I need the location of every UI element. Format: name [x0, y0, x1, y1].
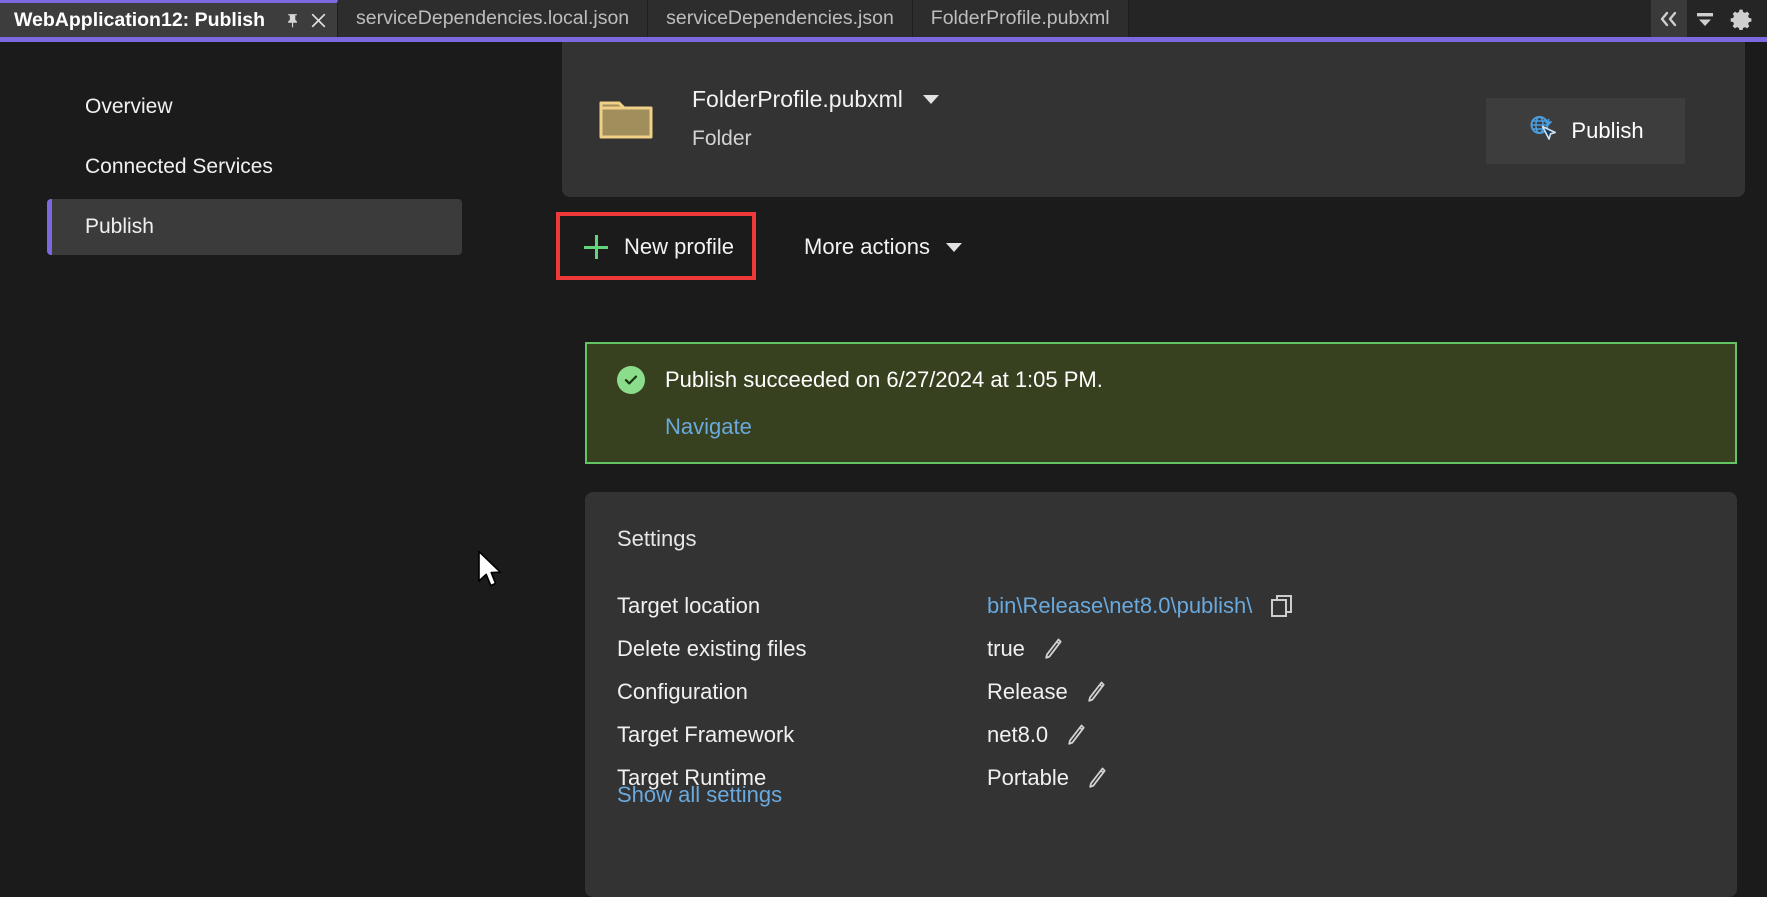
profile-header-card: FolderProfile.pubxml Folder Publish — [562, 42, 1745, 197]
setting-value-text: bin\Release\net8.0\publish\ — [987, 593, 1253, 618]
tab-label: serviceDependencies.local.json — [356, 7, 630, 29]
dropdown-list-icon[interactable] — [1687, 0, 1723, 37]
publish-button-label: Publish — [1571, 118, 1644, 143]
profile-summary: FolderProfile.pubxml Folder — [598, 86, 939, 151]
setting-key: Target location — [617, 593, 761, 618]
edit-pencil-icon[interactable] — [1041, 637, 1063, 661]
tab-label: serviceDependencies.json — [666, 7, 894, 29]
setting-value-text: Release — [987, 679, 1068, 704]
edit-pencil-icon[interactable] — [1084, 680, 1106, 704]
tab-bar-filler — [1128, 0, 1651, 37]
tab-bar: WebApplication12: Publish serviceDepende… — [0, 0, 1767, 37]
publish-button[interactable]: Publish — [1486, 98, 1685, 164]
setting-row-target-framework: Target Framework net8.0 — [617, 711, 1705, 759]
setting-key: Delete existing files — [617, 636, 807, 661]
tab-servicedependencies-json[interactable]: serviceDependencies.json — [648, 0, 913, 37]
setting-value-text: Portable — [987, 765, 1069, 790]
more-actions-button[interactable]: More actions — [786, 217, 980, 277]
settings-card: Settings Target location bin\Release\net… — [585, 492, 1737, 897]
chevron-double-left-icon[interactable] — [1651, 0, 1687, 37]
settings-title: Settings — [617, 526, 697, 551]
folder-icon — [598, 97, 654, 141]
close-icon[interactable] — [305, 7, 331, 33]
tab-servicedependencies-local-json[interactable]: serviceDependencies.local.json — [338, 0, 649, 37]
tab-label: WebApplication12: Publish — [14, 8, 265, 31]
navigate-link[interactable]: Navigate — [665, 414, 752, 440]
check-circle-icon — [617, 366, 645, 394]
setting-value: net8.0 — [987, 722, 1086, 748]
banner-message-row: Publish succeeded on 6/27/2024 at 1:05 P… — [617, 366, 1103, 394]
gear-icon[interactable] — [1723, 0, 1759, 37]
copy-icon[interactable] — [1268, 592, 1296, 620]
profile-kind: Folder — [692, 127, 752, 150]
tab-webapplication12-publish[interactable]: WebApplication12: Publish — [0, 0, 338, 37]
new-profile-label: New profile — [624, 234, 735, 259]
profile-name-row[interactable]: FolderProfile.pubxml — [692, 86, 939, 113]
chevron-down-icon — [946, 242, 962, 252]
profile-actions-row: New profile More actions — [556, 212, 980, 280]
setting-value: Portable — [987, 765, 1107, 791]
setting-row-configuration: Configuration Release — [617, 668, 1705, 716]
sidebar-item-label: Connected Services — [85, 155, 273, 178]
publish-status-banner: Publish succeeded on 6/27/2024 at 1:05 P… — [585, 342, 1737, 464]
setting-key: Target Framework — [617, 722, 795, 747]
more-actions-label: More actions — [804, 234, 930, 259]
plus-icon — [584, 235, 608, 259]
sidebar-item-label: Publish — [85, 215, 154, 238]
globe-click-icon — [1527, 113, 1557, 149]
tab-bar-tools — [1651, 0, 1767, 37]
edit-pencil-icon[interactable] — [1085, 766, 1107, 790]
setting-value-text: net8.0 — [987, 722, 1049, 747]
setting-value: Release — [987, 679, 1106, 705]
sidebar-item-connected-services[interactable]: Connected Services — [47, 139, 462, 195]
new-profile-button[interactable]: New profile — [556, 212, 756, 280]
setting-key: Configuration — [617, 679, 748, 704]
sidebar-item-publish[interactable]: Publish — [47, 199, 462, 255]
profile-name: FolderProfile.pubxml — [692, 86, 903, 112]
show-all-settings-link[interactable]: Show all settings — [617, 782, 782, 808]
setting-value-text: true — [987, 636, 1025, 661]
setting-row-target-location: Target location bin\Release\net8.0\publi… — [617, 582, 1705, 630]
banner-message: Publish succeeded on 6/27/2024 at 1:05 P… — [665, 367, 1103, 392]
pin-icon[interactable] — [279, 7, 305, 33]
setting-value[interactable]: bin\Release\net8.0\publish\ — [987, 592, 1296, 620]
chevron-down-icon[interactable] — [922, 95, 939, 104]
profile-texts: FolderProfile.pubxml Folder — [692, 86, 939, 151]
setting-value: true — [987, 636, 1063, 662]
tab-folderprofile-pubxml[interactable]: FolderProfile.pubxml — [912, 0, 1129, 37]
workspace: Overview Connected Services Publish Fold… — [0, 42, 1767, 897]
edit-pencil-icon[interactable] — [1064, 723, 1086, 747]
sidebar-item-overview[interactable]: Overview — [47, 79, 462, 135]
tab-label: FolderProfile.pubxml — [930, 7, 1110, 29]
setting-row-delete-existing-files: Delete existing files true — [617, 625, 1705, 673]
sidebar-item-label: Overview — [85, 95, 173, 118]
sidebar: Overview Connected Services Publish — [0, 42, 540, 873]
